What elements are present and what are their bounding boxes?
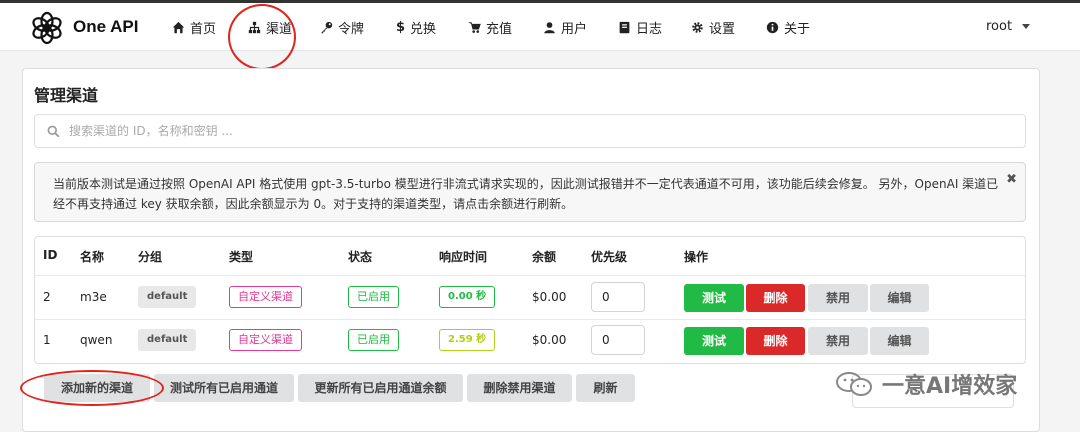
cell-balance[interactable]: $0.00 — [532, 333, 566, 347]
book-icon — [619, 21, 630, 34]
test-button[interactable]: 测试 — [684, 327, 744, 355]
group-tag: default — [138, 286, 197, 308]
user-icon — [544, 22, 555, 34]
dollar-icon: $ — [396, 20, 406, 35]
nav-label: 日志 — [636, 22, 663, 37]
brand-name[interactable]: One API — [73, 17, 139, 37]
delete-disabled-channels-button[interactable]: 删除禁用渠道 — [467, 374, 572, 402]
nav-item-topup[interactable]: 充值 — [468, 18, 512, 37]
nav-item-tokens[interactable]: 令牌 — [320, 18, 364, 37]
delete-button[interactable]: 删除 — [746, 327, 805, 355]
column-header-name[interactable]: 名称 — [80, 248, 104, 265]
column-header-status[interactable]: 状态 — [348, 248, 372, 265]
watermark-text: 一意AI增效家 — [882, 374, 1018, 399]
column-header-response-time[interactable]: 响应时间 — [439, 248, 487, 265]
cell-name: m3e — [80, 290, 107, 304]
column-header-id[interactable]: ID — [43, 248, 57, 262]
cart-icon — [468, 22, 481, 33]
column-header-type[interactable]: 类型 — [229, 248, 253, 265]
nav-label: 令牌 — [338, 22, 365, 37]
test-button[interactable]: 测试 — [684, 284, 744, 312]
annotation-circle-channels — [228, 4, 296, 70]
cell-id: 2 — [43, 290, 51, 304]
key-icon — [321, 21, 333, 34]
nav-item-users[interactable]: 用户 — [543, 18, 587, 37]
edit-button[interactable]: 编辑 — [870, 284, 929, 312]
cell-name: qwen — [80, 333, 113, 347]
nav-label: 用户 — [561, 22, 588, 37]
search-input[interactable] — [69, 121, 1009, 141]
update-all-balances-button[interactable]: 更新所有已启用通道余额 — [298, 374, 463, 402]
nav-item-about[interactable]: 关于 — [766, 18, 810, 37]
edit-button[interactable]: 编辑 — [870, 327, 929, 355]
delete-button[interactable]: 删除 — [746, 284, 805, 312]
username: root — [986, 19, 1013, 34]
disable-button[interactable]: 禁用 — [808, 284, 868, 312]
info-icon — [766, 21, 779, 34]
table-divider — [35, 275, 1025, 276]
wechat-icon — [836, 372, 872, 396]
test-all-channels-button[interactable]: 测试所有已启用通道 — [154, 374, 294, 402]
nav-label: 充值 — [486, 22, 513, 37]
nav-item-redeem[interactable]: $ 兑换 — [396, 18, 436, 37]
page-title: 管理渠道 — [34, 86, 99, 105]
notice-text: 当前版本测试是通过按照 OpenAI API 格式使用 gpt-3.5-turb… — [53, 177, 999, 211]
disable-button[interactable]: 禁用 — [808, 327, 868, 355]
table-divider — [35, 319, 1025, 320]
nav-label: 兑换 — [410, 22, 437, 37]
nav-label: 首页 — [190, 22, 217, 37]
search-icon — [47, 125, 60, 138]
column-header-balance[interactable]: 余额 — [532, 248, 556, 265]
notice-message: 当前版本测试是通过按照 OpenAI API 格式使用 gpt-3.5-turb… — [34, 162, 1026, 222]
nav-item-settings[interactable]: 设置 — [691, 18, 735, 37]
close-icon[interactable]: ✖ — [1006, 172, 1017, 187]
refresh-button[interactable]: 刷新 — [576, 374, 635, 402]
caret-down-icon — [1022, 24, 1031, 29]
cell-id: 1 — [43, 333, 51, 347]
navbar: One API 首页 渠道 令牌 $ 兑换 充值 用户 日志 设置 关于 roo… — [0, 3, 1080, 51]
nav-item-logs[interactable]: 日志 — [618, 18, 662, 37]
nav-label: 关于 — [784, 22, 811, 37]
gear-icon — [692, 22, 703, 33]
type-tag: 自定义渠道 — [229, 286, 302, 308]
status-badge: 已启用 — [348, 329, 399, 351]
nav-item-home[interactable]: 首页 — [172, 18, 216, 37]
home-icon — [172, 21, 185, 34]
type-tag: 自定义渠道 — [229, 329, 302, 351]
column-header-group[interactable]: 分组 — [138, 248, 162, 265]
priority-input[interactable] — [591, 282, 645, 312]
annotation-circle-add-channel — [20, 370, 164, 406]
response-time-badge[interactable]: 2.59 秒 — [439, 329, 496, 351]
cell-balance[interactable]: $0.00 — [532, 290, 566, 304]
search-field[interactable] — [34, 114, 1026, 148]
nav-label: 设置 — [709, 22, 736, 37]
user-menu[interactable]: root — [986, 19, 1031, 34]
column-header-actions: 操作 — [684, 250, 709, 264]
priority-input[interactable] — [591, 325, 645, 355]
response-time-badge[interactable]: 0.00 秒 — [439, 286, 496, 308]
column-header-priority[interactable]: 优先级 — [591, 248, 627, 265]
group-tag: default — [138, 329, 197, 351]
watermark: 一意AI增效家 — [834, 368, 1017, 400]
status-badge: 已启用 — [348, 286, 399, 308]
openai-logo-icon[interactable] — [30, 11, 64, 45]
